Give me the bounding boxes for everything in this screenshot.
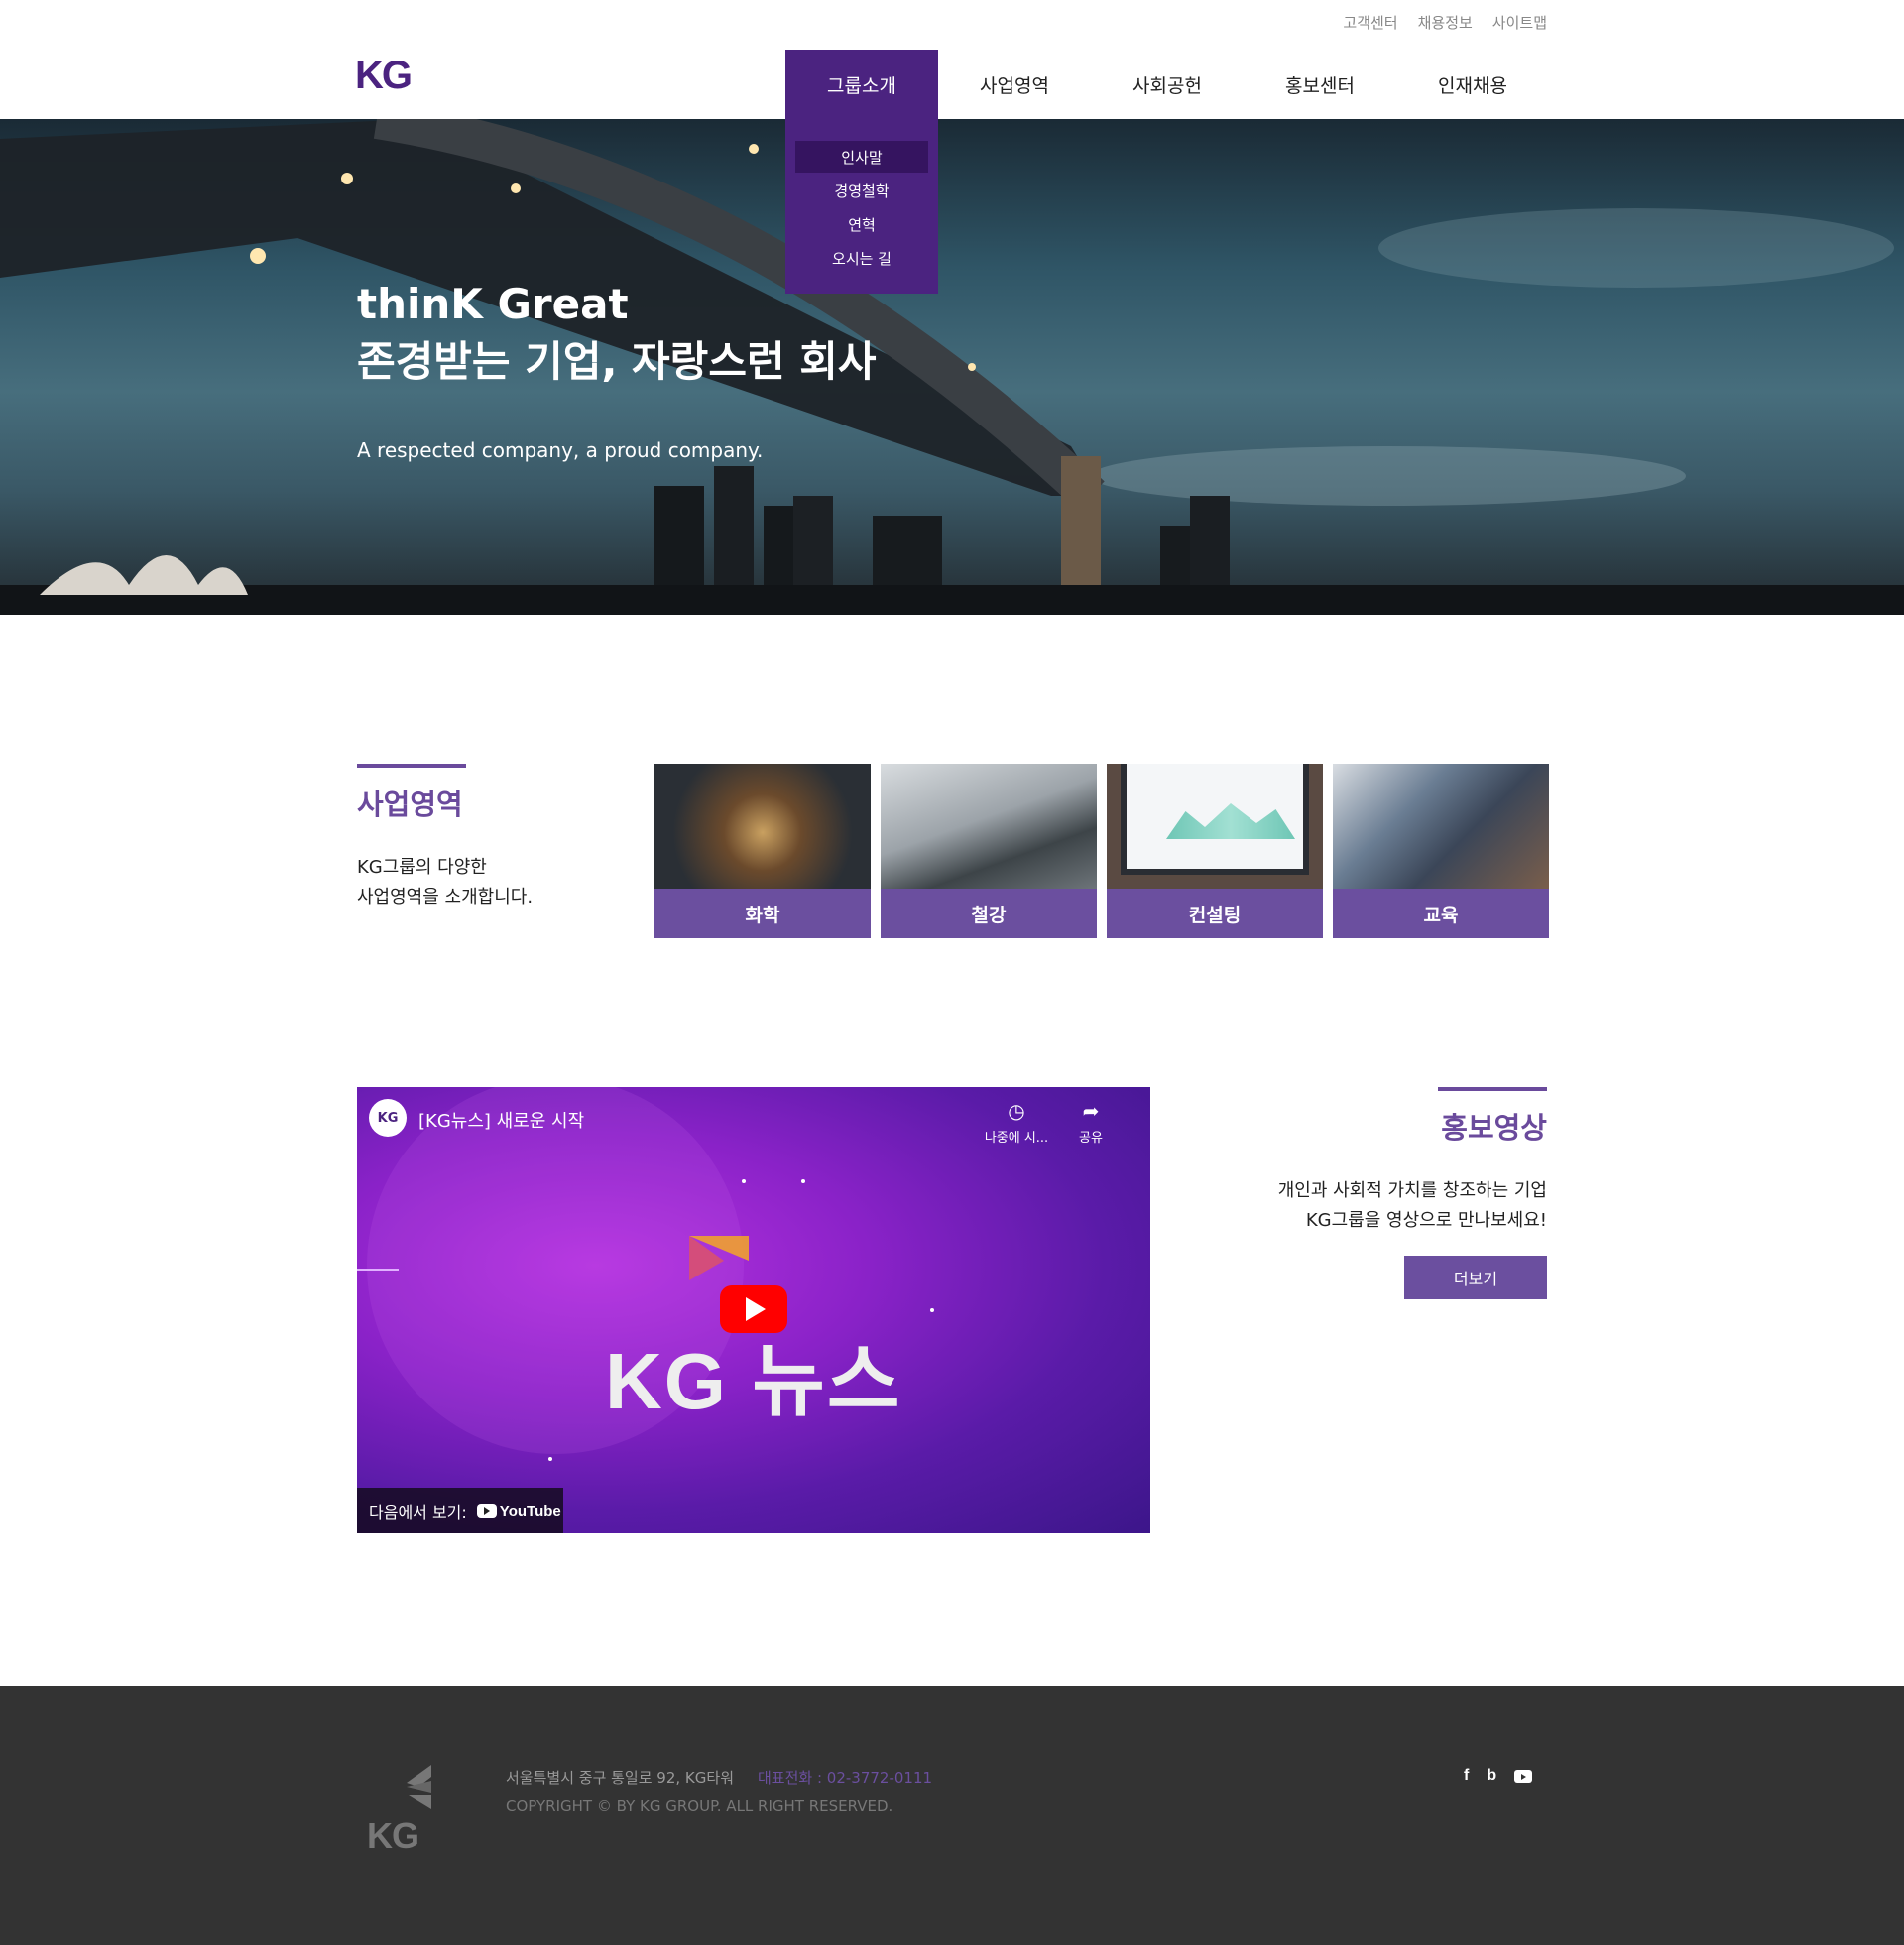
footer-phone: 대표전화 : 02-3772-0111 xyxy=(758,1769,933,1787)
video-channel-avatar[interactable]: KG xyxy=(369,1099,407,1137)
hero-banner: thinK Great 존경받는 기업, 자랑스런 회사 A respected… xyxy=(0,119,1904,615)
business-title-bar xyxy=(357,764,466,768)
promo-desc-line1: 개인과 사회적 가치를 창조하는 기업 xyxy=(1277,1180,1547,1201)
business-description: KG그룹의 다양한 사업영역을 소개합니다. xyxy=(357,853,533,912)
video-thumbnail-text: KG 뉴스 xyxy=(605,1337,902,1425)
business-card-education[interactable]: 교육 xyxy=(1333,764,1549,938)
clock-icon: ◷ xyxy=(1008,1099,1025,1123)
nav-item-careers[interactable]: 인재채용 xyxy=(1396,50,1549,119)
video-title[interactable]: [KG뉴스] 새로운 시작 xyxy=(418,1107,584,1133)
footer-logo-mark-icon xyxy=(407,1765,431,1809)
share-label: 공유 xyxy=(1079,1131,1103,1146)
youtube-logo: YouTube xyxy=(476,1502,561,1520)
submenu-item-greeting[interactable]: 인사말 xyxy=(795,141,928,173)
promo-title-bar xyxy=(1438,1087,1547,1091)
watch-later-label: 나중에 시... xyxy=(984,1131,1049,1146)
submenu-item-philosophy[interactable]: 경영철학 xyxy=(795,175,928,206)
submenu-item-directions[interactable]: 오시는 길 xyxy=(795,242,928,274)
business-card-label: 교육 xyxy=(1333,889,1549,938)
business-card-chemical[interactable]: 화학 xyxy=(654,764,871,938)
footer-address: 서울특별시 중구 통일로 92, KG타워 xyxy=(506,1769,734,1787)
facebook-icon[interactable]: f xyxy=(1464,1767,1469,1785)
hero-subtitle: A respected company, a proud company. xyxy=(357,438,764,462)
business-section-title: 사업영역 xyxy=(357,788,463,821)
util-link-recruit-info[interactable]: 채용정보 xyxy=(1418,12,1473,33)
youtube-icon[interactable] xyxy=(1514,1770,1533,1783)
share-button[interactable]: ➦ 공유 xyxy=(1071,1099,1111,1146)
business-card-steel[interactable]: 철강 xyxy=(881,764,1097,938)
promo-video-player[interactable]: KG [KG뉴스] 새로운 시작 ◷ 나중에 시... ➦ 공유 KG 뉴스 다… xyxy=(357,1087,1150,1533)
main-nav: 그룹소개 사업영역 사회공헌 홍보센터 인재채용 xyxy=(785,50,1549,119)
nav-item-social-contribution[interactable]: 사회공헌 xyxy=(1091,50,1244,119)
business-cards: 화학 철강 컨설팅 교육 xyxy=(654,764,1549,938)
business-card-label: 컨설팅 xyxy=(1107,889,1323,938)
business-desc-line1: KG그룹의 다양한 xyxy=(357,857,487,878)
hero-title-line2: 존경받는 기업, 자랑스런 회사 xyxy=(357,337,877,386)
site-logo[interactable]: KG xyxy=(355,54,413,98)
util-link-customer-center[interactable]: 고객센터 xyxy=(1343,12,1397,33)
promo-desc-line2: KG그룹을 영상으로 만나보세요! xyxy=(1305,1210,1547,1231)
group-intro-submenu: 인사말 경영철학 연혁 오시는 길 xyxy=(785,119,938,294)
education-image xyxy=(1333,764,1549,889)
youtube-wordmark: YouTube xyxy=(499,1502,561,1520)
footer-logo[interactable]: KG xyxy=(367,1765,438,1857)
share-arrow-icon: ➦ xyxy=(1082,1099,1100,1123)
nav-item-group-intro[interactable]: 그룹소개 xyxy=(785,50,938,119)
youtube-play-icon xyxy=(476,1504,497,1518)
more-button[interactable]: 더보기 xyxy=(1404,1256,1547,1299)
site-footer: KG 서울특별시 중구 통일로 92, KG타워 대표전화 : 02-3772-… xyxy=(0,1686,1904,1945)
footer-social-links: f b xyxy=(1464,1767,1533,1785)
watch-on-label: 다음에서 보기: xyxy=(369,1503,467,1521)
business-desc-line2: 사업영역을 소개합니다. xyxy=(357,887,534,908)
promo-section-title: 홍보영상 xyxy=(1441,1111,1547,1145)
hero-cityscape-image xyxy=(0,119,1904,615)
nav-item-business[interactable]: 사업영역 xyxy=(938,50,1091,119)
nav-item-pr-center[interactable]: 홍보센터 xyxy=(1244,50,1396,119)
footer-contact: 서울특별시 중구 통일로 92, KG타워 대표전화 : 02-3772-011… xyxy=(506,1767,932,1788)
play-button[interactable] xyxy=(720,1285,787,1333)
utility-nav: 고객센터 채용정보 사이트맵 xyxy=(1343,12,1547,33)
watch-later-button[interactable]: ◷ 나중에 시... xyxy=(982,1099,1051,1146)
footer-logo-text: KG xyxy=(367,1815,419,1856)
steel-image xyxy=(881,764,1097,889)
consulting-image xyxy=(1107,764,1323,889)
footer-copyright: COPYRIGHT © BY KG GROUP. ALL RIGHT RESER… xyxy=(506,1797,893,1815)
business-card-consulting[interactable]: 컨설팅 xyxy=(1107,764,1323,938)
blog-icon[interactable]: b xyxy=(1487,1767,1496,1785)
util-link-sitemap[interactable]: 사이트맵 xyxy=(1492,12,1547,33)
play-icon xyxy=(746,1297,766,1321)
submenu-item-history[interactable]: 연혁 xyxy=(795,208,928,240)
business-card-label: 화학 xyxy=(654,889,871,938)
chemical-image xyxy=(654,764,871,889)
promo-description: 개인과 사회적 가치를 창조하는 기업 KG그룹을 영상으로 만나보세요! xyxy=(1278,1176,1547,1236)
watch-on-youtube-button[interactable]: 다음에서 보기: YouTube xyxy=(357,1488,563,1533)
business-card-label: 철강 xyxy=(881,889,1097,938)
